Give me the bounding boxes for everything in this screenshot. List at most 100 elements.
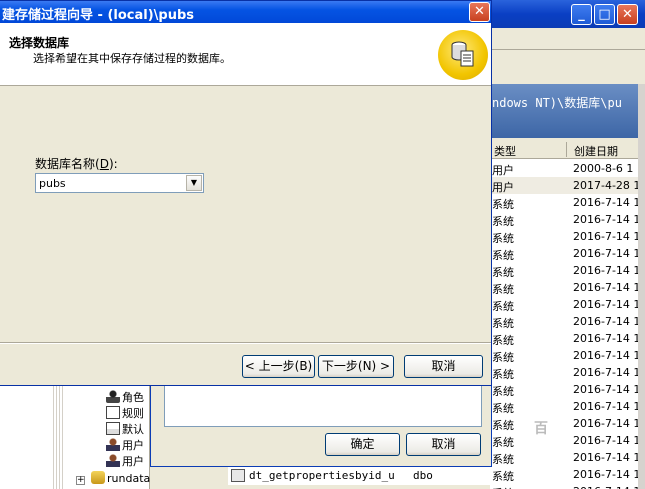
- row-date: 2016-7-14 1: [573, 400, 638, 413]
- col-header-type[interactable]: 类型: [494, 143, 516, 159]
- wizard-title: 建存储过程向导 - (local)\pubs: [2, 8, 195, 23]
- rule-icon: [106, 406, 120, 419]
- maximize-button[interactable]: □: [594, 4, 615, 25]
- procedure-row[interactable]: dt_getpropertiesbyid_u dbo: [228, 467, 490, 485]
- row-date: 2016-7-14 1: [573, 230, 638, 243]
- col-header-date[interactable]: 创建日期: [574, 143, 618, 159]
- row-type: 系统: [492, 283, 514, 296]
- user-icon: [106, 454, 120, 467]
- tree-item-user-types[interactable]: 用户: [106, 437, 144, 453]
- row-type: 系统: [492, 385, 514, 398]
- tree-item-rundata[interactable]: + rundata: [76, 471, 150, 487]
- list-item[interactable]: 系统 2016-7-14 1: [490, 347, 638, 364]
- list-header: 类型 创建日期: [490, 140, 638, 159]
- row-type: 系统: [492, 470, 514, 483]
- menu-bar: [490, 28, 645, 50]
- sql-text-area[interactable]: [164, 385, 482, 427]
- row-date: 2016-7-14 1: [573, 366, 638, 379]
- path-banner: ndows NT)\数据库\pu: [490, 84, 638, 138]
- chevron-down-icon[interactable]: ▼: [186, 175, 202, 191]
- user-icon: [106, 438, 120, 451]
- minimize-button[interactable]: _: [571, 4, 592, 25]
- tree-item-roles[interactable]: 角色: [106, 389, 144, 405]
- row-type: 用户: [492, 164, 514, 177]
- row-date: 2017-4-28 1: [573, 179, 638, 192]
- list-item[interactable]: 系统 2016-7-14 1: [490, 296, 638, 313]
- next-button[interactable]: 下一步(N) >: [318, 355, 394, 378]
- procedure-owner: dbo: [413, 469, 433, 482]
- list-item[interactable]: 系统 2016-7-14 1: [490, 483, 638, 489]
- expand-icon[interactable]: +: [76, 476, 85, 485]
- row-type: 系统: [492, 317, 514, 330]
- header-title: 选择数据库: [9, 36, 70, 50]
- list-item[interactable]: 系统 2016-7-14 1: [490, 364, 638, 381]
- list-item[interactable]: 系统 2016-7-14 1: [490, 398, 638, 415]
- list-item[interactable]: 系统 2016-7-14 1: [490, 262, 638, 279]
- row-type: 系统: [492, 249, 514, 262]
- list-item[interactable]: 系统 2016-7-14 1: [490, 313, 638, 330]
- list-item[interactable]: 系统 2016-7-14 1: [490, 228, 638, 245]
- row-date: 2016-7-14 1: [573, 281, 638, 294]
- list-item[interactable]: 系统 2016-7-14 1: [490, 279, 638, 296]
- default-icon: [106, 422, 120, 435]
- list-item[interactable]: 系统 2016-7-14 1: [490, 466, 638, 483]
- tree-item-defaults[interactable]: 默认: [106, 421, 144, 437]
- row-date: 2016-7-14 1: [573, 247, 638, 260]
- row-date: 2016-7-14 1: [573, 298, 638, 311]
- list-item[interactable]: 系统 2016-7-14 1: [490, 211, 638, 228]
- row-date: 2016-7-14 1: [573, 196, 638, 209]
- database-name-label: 数据库名称(D):: [35, 157, 118, 171]
- sql-editor-dialog: 确定 取消: [150, 385, 492, 467]
- procedure-name: dt_getpropertiesbyid_u: [249, 469, 395, 482]
- database-icon: [91, 471, 105, 484]
- list-item[interactable]: 系统 2016-7-14 1: [490, 449, 638, 466]
- list-item[interactable]: 用户 2017-4-28 1: [490, 177, 638, 194]
- header-subtitle: 选择希望在其中保存存储过程的数据库。: [33, 52, 231, 65]
- wizard-titlebar: 建存储过程向导 - (local)\pubs: [0, 1, 491, 23]
- tree-item-rules[interactable]: 规则: [106, 405, 144, 421]
- list-item[interactable]: 系统 2016-7-14 1: [490, 432, 638, 449]
- row-type: 系统: [492, 300, 514, 313]
- row-date: 2016-7-14 1: [573, 417, 638, 430]
- row-date: 2000-8-6 1: [573, 162, 634, 175]
- row-date: 2016-7-14 1: [573, 434, 638, 447]
- wizard-logo-icon: [438, 30, 488, 80]
- stored-procedure-icon: [231, 469, 245, 482]
- row-type: 系统: [492, 436, 514, 449]
- row-type: 系统: [492, 215, 514, 228]
- row-type: 系统: [492, 232, 514, 245]
- column-divider[interactable]: [566, 142, 567, 157]
- tree-item-user-functions[interactable]: 用户: [106, 453, 144, 469]
- row-type: 系统: [492, 419, 514, 432]
- cancel-button[interactable]: 取消: [404, 355, 483, 378]
- row-date: 2016-7-14 1: [573, 485, 638, 489]
- vertical-scrollbar[interactable]: [638, 84, 645, 489]
- wizard-header: 选择数据库 选择希望在其中保存存储过程的数据库。: [0, 23, 491, 86]
- role-icon: [106, 390, 120, 403]
- main-close-button[interactable]: ✕: [617, 4, 638, 25]
- row-type: 系统: [492, 402, 514, 415]
- details-list: 类型 创建日期 用户 2000-8-6 1 用户 2017-4-28 1 系统 2016-…: [490, 140, 638, 489]
- row-type: 系统: [492, 351, 514, 364]
- list-item[interactable]: 系统 2016-7-14 1: [490, 415, 638, 432]
- list-item[interactable]: 系统 2016-7-14 1: [490, 381, 638, 398]
- row-type: 系统: [492, 334, 514, 347]
- path-text: ndows NT)\数据库\pu: [492, 96, 622, 110]
- toolbar: [490, 50, 645, 80]
- row-type: 系统: [492, 198, 514, 211]
- list-item[interactable]: 系统 2016-7-14 1: [490, 194, 638, 211]
- wizard-close-button[interactable]: ✕: [469, 2, 490, 22]
- list-item[interactable]: 系统 2016-7-14 1: [490, 330, 638, 347]
- inner-cancel-button[interactable]: 取消: [406, 433, 481, 456]
- row-date: 2016-7-14 1: [573, 315, 638, 328]
- row-date: 2016-7-14 1: [573, 332, 638, 345]
- watermark: 百: [534, 421, 548, 437]
- row-type: 系统: [492, 453, 514, 466]
- ok-button[interactable]: 确定: [325, 433, 400, 456]
- list-item[interactable]: 用户 2000-8-6 1: [490, 160, 638, 177]
- row-type: 系统: [492, 368, 514, 381]
- back-button[interactable]: < 上一步(B): [242, 355, 315, 378]
- row-date: 2016-7-14 1: [573, 383, 638, 396]
- list-item[interactable]: 系统 2016-7-14 1: [490, 245, 638, 262]
- database-select[interactable]: pubs ▼: [35, 173, 204, 193]
